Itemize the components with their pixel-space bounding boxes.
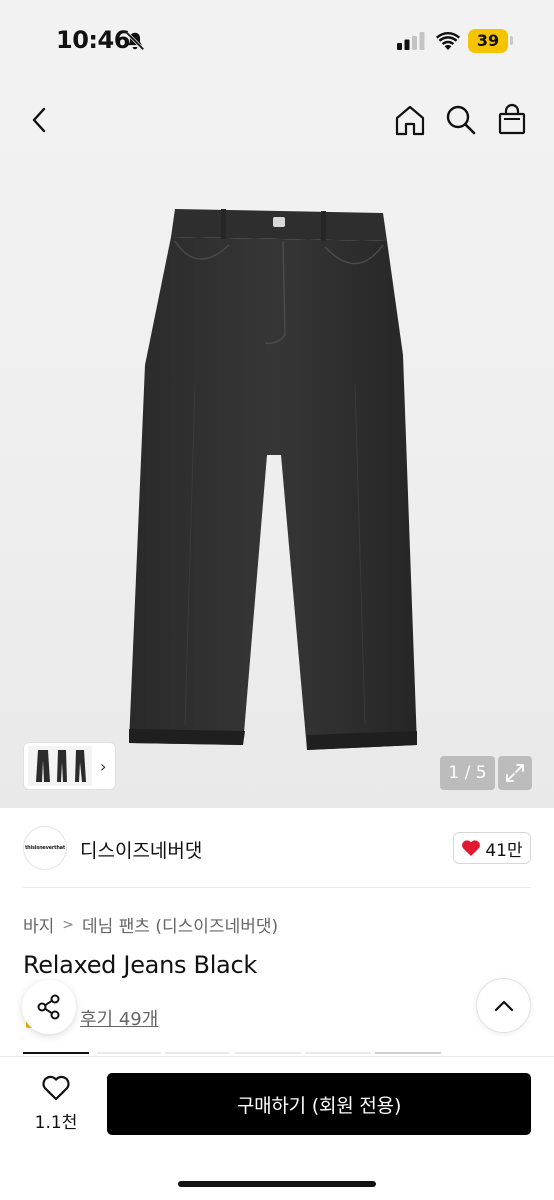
chevron-up-icon bbox=[494, 1000, 513, 1011]
breadcrumb: 바지 > 데님 팬츠 (디스이즈네버댓) bbox=[23, 912, 278, 938]
shopping-bag-icon bbox=[498, 103, 526, 135]
wifi-icon bbox=[436, 32, 460, 50]
search-button[interactable] bbox=[443, 102, 479, 138]
status-time: 10:46 bbox=[56, 26, 130, 54]
brand-like-count: 41만 bbox=[485, 840, 523, 861]
share-icon bbox=[37, 994, 60, 1020]
thumbnail-image[interactable] bbox=[28, 746, 92, 786]
divider bbox=[23, 887, 531, 888]
home-icon bbox=[395, 105, 425, 136]
review-link[interactable]: 후기 49개 bbox=[80, 1005, 158, 1031]
home-indicator bbox=[178, 1181, 376, 1187]
brand-logo[interactable]: thisisneverthat bbox=[23, 826, 67, 870]
bell-slash-icon bbox=[125, 31, 145, 51]
home-button[interactable] bbox=[392, 102, 428, 138]
thumbnail-strip[interactable]: › bbox=[23, 742, 116, 790]
brand-logo-text: thisisneverthat bbox=[24, 845, 66, 851]
share-button[interactable] bbox=[22, 980, 76, 1034]
battery-icon bbox=[510, 36, 513, 45]
product-image bbox=[129, 209, 417, 750]
chevron-left-icon bbox=[32, 107, 46, 133]
image-page-counter: 1 / 5 bbox=[440, 756, 495, 790]
brand-name[interactable]: 디스이즈네버댓 bbox=[80, 836, 202, 863]
wishlist-count: 1.1천 bbox=[34, 1113, 78, 1133]
scroll-top-button[interactable] bbox=[476, 978, 531, 1033]
breadcrumb-separator: > bbox=[62, 916, 75, 933]
breadcrumb-item-subcategory[interactable]: 데님 팬츠 (디스이즈네버댓) bbox=[82, 912, 278, 937]
expand-icon bbox=[506, 764, 524, 782]
wishlist-button[interactable]: 1.1천 bbox=[26, 1074, 86, 1134]
signal-icon bbox=[397, 32, 425, 50]
heart-outline-icon bbox=[42, 1075, 70, 1101]
buy-button[interactable]: 구매하기 (회원 전용) bbox=[107, 1073, 531, 1135]
battery-level: 39 bbox=[468, 29, 508, 53]
brand-like-button[interactable]: 41만 bbox=[453, 832, 531, 864]
expand-button[interactable] bbox=[498, 756, 532, 790]
chevron-right-icon[interactable]: › bbox=[100, 757, 106, 776]
back-button[interactable] bbox=[22, 102, 58, 138]
search-icon bbox=[446, 105, 476, 135]
product-title: Relaxed Jeans Black bbox=[23, 951, 257, 979]
status-bar: 10:46 39 bbox=[0, 0, 554, 84]
breadcrumb-item-category[interactable]: 바지 bbox=[23, 912, 54, 937]
cart-button[interactable] bbox=[494, 102, 530, 138]
heart-filled-icon bbox=[462, 840, 481, 856]
